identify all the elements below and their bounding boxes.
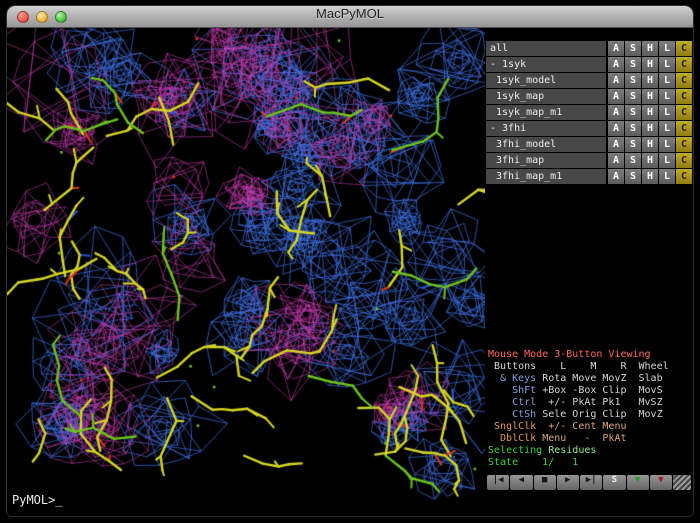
show-button[interactable]: S xyxy=(625,105,641,120)
hide-button[interactable]: H xyxy=(642,57,658,72)
action-button[interactable]: A xyxy=(608,153,624,168)
label-button[interactable]: L xyxy=(659,89,675,104)
show-button[interactable]: S xyxy=(625,57,641,72)
label-button[interactable]: L xyxy=(659,73,675,88)
color-button[interactable]: C xyxy=(676,89,692,104)
object-name[interactable]: - 1syk xyxy=(486,57,606,72)
label-button[interactable]: L xyxy=(659,57,675,72)
object-name[interactable]: 3fhi_model xyxy=(486,137,606,152)
hide-button[interactable]: H xyxy=(642,105,658,120)
mouse-mode-panel: Mouse Mode 3-Button Viewing Buttons L M … xyxy=(486,349,692,469)
mouse-row-keys: & Keys Rota Move MovZ Slab xyxy=(488,373,692,385)
label-button[interactable]: L xyxy=(659,169,675,184)
state-value: 1/ 1 xyxy=(524,457,578,468)
vcr-scene-button[interactable]: S xyxy=(603,475,625,490)
title-bar[interactable]: MacPyMOL xyxy=(7,6,693,28)
resize-grip[interactable] xyxy=(673,475,691,490)
control-panel: allASHLC- 1sykASHLC1syk_modelASHLC1syk_m… xyxy=(485,28,693,516)
show-button[interactable]: S xyxy=(625,89,641,104)
vcr-go-start-button[interactable]: |◀ xyxy=(487,475,509,490)
main-content: PyMOL>_ allASHLC- 1sykASHLC1syk_modelASH… xyxy=(7,28,693,516)
show-button[interactable]: S xyxy=(625,137,641,152)
action-button[interactable]: A xyxy=(608,57,624,72)
mouse-mode-title[interactable]: Mouse Mode 3-Button Viewing xyxy=(488,349,692,361)
label-button[interactable]: L xyxy=(659,121,675,136)
action-button[interactable]: A xyxy=(608,73,624,88)
label-button[interactable]: L xyxy=(659,105,675,120)
label-button[interactable]: L xyxy=(659,41,675,56)
object-name[interactable]: all xyxy=(486,41,606,56)
vcr-stop-button[interactable]: ■ xyxy=(534,475,556,490)
object-name[interactable]: 1syk_map_m1 xyxy=(486,105,606,120)
show-button[interactable]: S xyxy=(625,41,641,56)
show-button[interactable]: S xyxy=(625,121,641,136)
vcr-reverse-button[interactable]: ▼ xyxy=(650,475,672,490)
action-button[interactable]: A xyxy=(608,41,624,56)
action-button[interactable]: A xyxy=(608,137,624,152)
color-button[interactable]: C xyxy=(676,121,692,136)
action-button[interactable]: A xyxy=(608,121,624,136)
color-button[interactable]: C xyxy=(676,41,692,56)
vcr-play-button[interactable]: ▶ xyxy=(557,475,579,490)
object-row: 1syk_modelASHLC xyxy=(486,73,692,88)
vcr-go-end-button[interactable]: ▶| xyxy=(580,475,602,490)
command-prompt[interactable]: PyMOL>_ xyxy=(12,493,63,507)
mouse-row-ctsh: CtSh Sele Orig Clip MovZ xyxy=(488,409,692,421)
object-row: 1syk_map_m1ASHLC xyxy=(486,105,692,120)
color-button[interactable]: C xyxy=(676,57,692,72)
color-button[interactable]: C xyxy=(676,137,692,152)
object-row: 1syk_mapASHLC xyxy=(486,89,692,104)
object-list: allASHLC- 1sykASHLC1syk_modelASHLC1syk_m… xyxy=(486,41,692,185)
color-button[interactable]: C xyxy=(676,153,692,168)
vcr-step-back-button[interactable]: ◀ xyxy=(510,475,532,490)
color-button[interactable]: C xyxy=(676,105,692,120)
viewport-canvas[interactable] xyxy=(7,28,485,516)
show-button[interactable]: S xyxy=(625,153,641,168)
panel-spacer xyxy=(486,185,692,349)
object-row: - 3fhiASHLC xyxy=(486,121,692,136)
show-button[interactable]: S xyxy=(625,73,641,88)
hide-button[interactable]: H xyxy=(642,41,658,56)
state-row: State 1/ 1 xyxy=(488,457,692,469)
movie-controls: |◀◀■▶▶|S▼▼ xyxy=(486,475,692,490)
show-button[interactable]: S xyxy=(625,169,641,184)
mouse-row-buttons: Buttons L M R Wheel xyxy=(488,361,692,373)
object-name[interactable]: 3fhi_map xyxy=(486,153,606,168)
mouse-row-dblclk: DblClk Menu - PkAt xyxy=(488,433,692,445)
object-name[interactable]: 3fhi_map_m1 xyxy=(486,169,606,184)
mouse-row-ctrl: Ctrl +/- PkAt Pk1 MvSZ xyxy=(488,397,692,409)
mouse-row-snglclk: SnglClk +/- Cent Menu xyxy=(488,421,692,433)
hide-button[interactable]: H xyxy=(642,169,658,184)
hide-button[interactable]: H xyxy=(642,73,658,88)
action-button[interactable]: A xyxy=(608,169,624,184)
hide-button[interactable]: H xyxy=(642,89,658,104)
window-title: MacPyMOL xyxy=(7,6,693,28)
molecular-viewport[interactable]: PyMOL>_ xyxy=(7,28,485,516)
hide-button[interactable]: H xyxy=(642,137,658,152)
object-name[interactable]: 1syk_map xyxy=(486,89,606,104)
selecting-mode-value[interactable]: Residues xyxy=(548,445,596,456)
object-row: - 1sykASHLC xyxy=(486,57,692,72)
label-button[interactable]: L xyxy=(659,153,675,168)
action-button[interactable]: A xyxy=(608,105,624,120)
vcr-forward-button[interactable]: ▼ xyxy=(627,475,649,490)
selecting-row: Selecting Residues xyxy=(488,445,692,457)
object-row: allASHLC xyxy=(486,41,692,56)
object-name[interactable]: - 3fhi xyxy=(486,121,606,136)
object-name[interactable]: 1syk_model xyxy=(486,73,606,88)
hide-button[interactable]: H xyxy=(642,121,658,136)
prompt-label: PyMOL> xyxy=(12,493,55,507)
action-button[interactable]: A xyxy=(608,89,624,104)
object-row: 3fhi_mapASHLC xyxy=(486,153,692,168)
macpymol-window: MacPyMOL PyMOL>_ allASHLC- 1sykASHLC1syk… xyxy=(7,6,693,516)
hide-button[interactable]: H xyxy=(642,153,658,168)
object-row: 3fhi_modelASHLC xyxy=(486,137,692,152)
text-cursor: _ xyxy=(55,493,62,507)
label-button[interactable]: L xyxy=(659,137,675,152)
color-button[interactable]: C xyxy=(676,169,692,184)
mouse-row-shift: ShFt +Box -Box Clip MovS xyxy=(488,385,692,397)
color-button[interactable]: C xyxy=(676,73,692,88)
object-row: 3fhi_map_m1ASHLC xyxy=(486,169,692,184)
